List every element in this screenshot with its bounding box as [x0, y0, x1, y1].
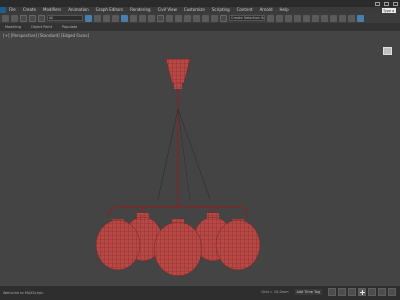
pan-icon[interactable] — [378, 288, 386, 296]
grid-size-readout: Grid = 10,0mm — [261, 290, 289, 294]
material-editor-icon[interactable] — [330, 14, 337, 22]
key-mode-icon[interactable] — [328, 288, 336, 296]
ribbon-tab-modeling[interactable]: Modeling — [5, 25, 21, 29]
maximize-button[interactable] — [384, 1, 389, 6]
orbit-icon[interactable] — [368, 288, 376, 296]
add-time-tag-button[interactable]: Add Time Tag — [294, 289, 322, 295]
selection-filter-dropdown[interactable]: All — [47, 15, 83, 21]
angle-snap-icon[interactable] — [193, 14, 200, 22]
select-rotate-icon[interactable] — [130, 14, 137, 22]
spinner-snap-icon[interactable] — [211, 14, 218, 22]
zoom-extents-icon[interactable] — [358, 288, 366, 296]
chandelier-stem — [157, 89, 211, 207]
title-bar — [0, 0, 400, 7]
render-production-icon[interactable] — [357, 14, 364, 22]
close-button[interactable] — [393, 1, 398, 6]
chandelier-arms — [107, 206, 249, 218]
window-crossing-icon[interactable] — [112, 14, 119, 22]
keyboard-shortcut-override-icon[interactable] — [175, 14, 182, 22]
select-object-icon[interactable] — [85, 14, 92, 22]
bind-space-warp-icon[interactable] — [38, 14, 45, 22]
select-scale-icon[interactable] — [139, 14, 146, 22]
select-move-icon[interactable] — [121, 14, 128, 22]
ceiling-canopy — [165, 58, 191, 89]
ribbon-tab-object-paint[interactable]: Object Paint — [31, 25, 52, 29]
ribbon-toggle-icon[interactable] — [303, 14, 310, 22]
viewport-label[interactable]: [+] [Perspective] [Standard] [Edged Face… — [3, 33, 89, 38]
minimize-button[interactable] — [375, 1, 380, 6]
select-by-name-icon[interactable] — [94, 14, 101, 22]
align-icon[interactable] — [276, 14, 283, 22]
named-selection-set-dropdown[interactable]: Create Selection Se — [229, 15, 265, 21]
rectangular-selection-icon[interactable] — [103, 14, 110, 22]
rendered-frame-window-icon[interactable] — [348, 14, 355, 22]
status-controls: Grid = 10,0mm Add Time Tag — [261, 288, 396, 296]
time-config-icon[interactable] — [348, 288, 356, 296]
status-bar: Welcome to MAXScript. Grid = 10,0mm Add … — [0, 286, 400, 300]
window-controls — [375, 0, 398, 7]
layer-explorer-icon[interactable] — [294, 14, 301, 22]
percent-snap-icon[interactable] — [202, 14, 209, 22]
unlink-icon[interactable] — [29, 14, 36, 22]
play-icon[interactable] — [338, 288, 346, 296]
redo-icon[interactable] — [11, 14, 18, 22]
viewcube-icon[interactable] — [383, 47, 392, 55]
edit-named-selection-icon[interactable] — [220, 14, 227, 22]
reference-coordinate-dropdown[interactable] — [157, 14, 164, 22]
link-icon[interactable] — [20, 14, 27, 22]
maximize-viewport-icon[interactable] — [388, 288, 396, 296]
bulb-center — [153, 219, 203, 277]
maxscript-listener[interactable]: Welcome to MAXScript. — [3, 291, 44, 295]
mirror-icon[interactable] — [267, 14, 274, 22]
main-toolbar: All Create Selection Se — [0, 13, 400, 23]
pivot-point-icon[interactable] — [166, 14, 173, 22]
viewport[interactable] — [0, 31, 400, 286]
schematic-view-icon[interactable] — [321, 14, 328, 22]
snaps-toggle-icon[interactable] — [184, 14, 191, 22]
render-setup-icon[interactable] — [339, 14, 346, 22]
ribbon-tab-populate[interactable]: Populate — [62, 25, 77, 29]
ribbon-bar: Modeling Object Paint Populate — [0, 23, 400, 31]
curve-editor-icon[interactable] — [312, 14, 319, 22]
select-place-icon[interactable] — [148, 14, 155, 22]
undo-icon[interactable] — [2, 14, 9, 22]
scene-explorer-icon[interactable] — [285, 14, 292, 22]
